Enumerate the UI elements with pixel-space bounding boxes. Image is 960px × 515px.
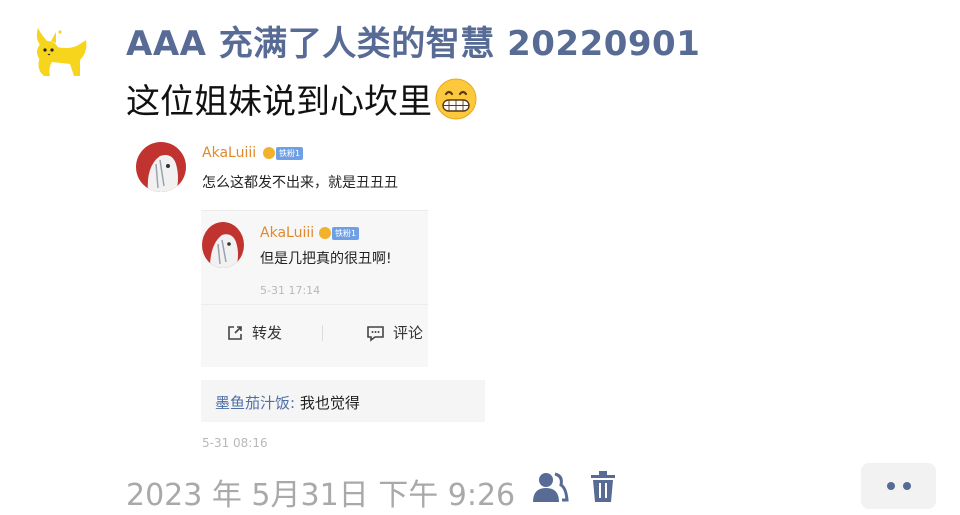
post-text: 这位姐妹说到心坎里 [126,74,478,123]
comment-text: 怎么这都发不出来，就是丑丑丑 [202,175,398,191]
author-name[interactable]: AAA 充满了人类的智慧 20220901 [126,16,700,65]
comment-icon [367,325,384,342]
more-icon [886,482,895,490]
comment-label: 评论 [393,324,424,342]
repost-nickname: AkaLuiii [260,225,315,241]
divider [201,304,428,305]
reply-separator: : [290,394,300,412]
post-body: 这位姐妹说到心坎里 [126,82,432,122]
comment-button[interactable]: 评论 [366,322,423,343]
friends-icon[interactable] [531,470,569,508]
more-button[interactable] [861,463,936,509]
reply-text: 我也觉得 [299,394,360,412]
reply-author: 墨鱼茄汁饭 [215,394,291,412]
crown-icon [263,147,275,159]
forward-button[interactable]: 转发 [226,322,282,343]
fan-badge: 铁粉1 [332,227,360,240]
comment-avatar [136,142,186,192]
trash-icon[interactable] [589,470,617,508]
reply-line: 墨鱼茄汁饭: 我也觉得 [215,392,360,413]
crown-icon [319,227,331,239]
author-avatar[interactable] [30,22,96,80]
forward-label: 转发 [252,324,283,342]
more-icon [902,482,911,490]
action-separator [322,325,323,341]
share-icon [228,325,242,340]
grinning-face-emoji-icon [434,77,478,121]
post-timestamp: 2023 年 5月31日 下午 9:26 [126,478,516,513]
reply-time: 5-31 08:16 [202,436,268,450]
repost-avatar [202,222,244,268]
repost-text: 但是几把真的很丑啊! [260,251,392,267]
comment-nickname: AkaLuiii [202,145,257,161]
reply-box: 墨鱼茄汁饭: 我也觉得 [201,380,485,422]
fan-badge: 铁粉1 [276,147,304,160]
repost-time: 5-31 17:14 [260,284,321,297]
post-image[interactable]: AkaLuiii 铁粉1 怎么这都发不出来，就是丑丑丑 AkaLuiii 铁粉1… [126,132,526,454]
